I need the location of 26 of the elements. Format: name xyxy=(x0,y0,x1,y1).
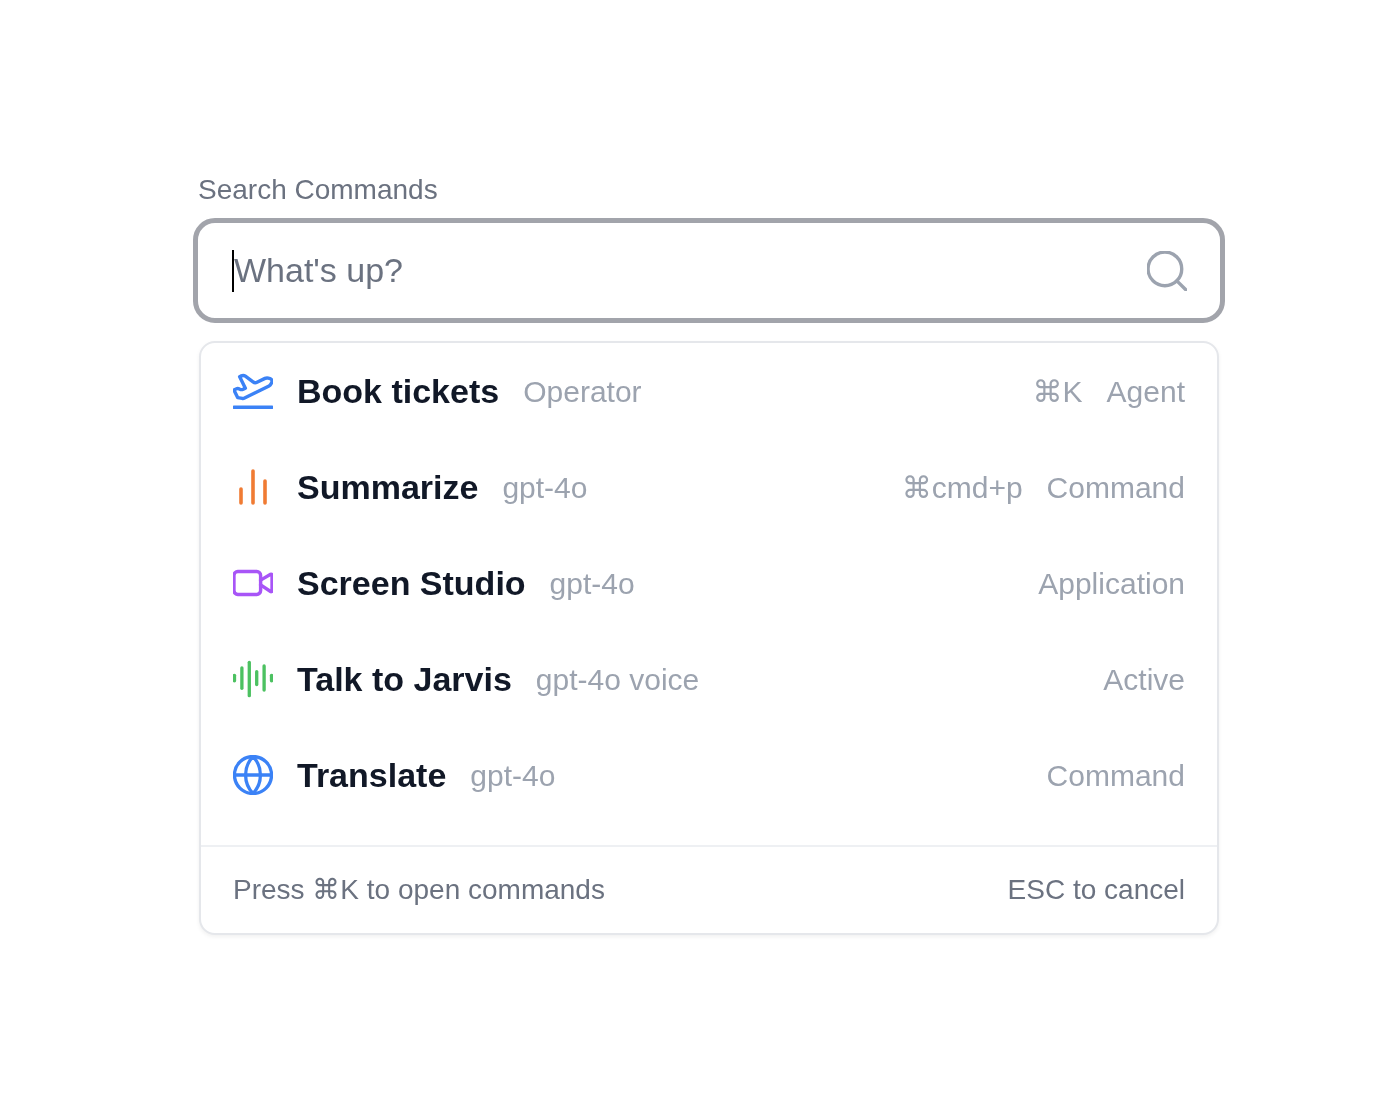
command-model: Operator xyxy=(523,373,642,410)
text-cursor-icon xyxy=(232,250,234,292)
command-model: gpt-4o xyxy=(502,469,588,506)
search-label: Search Commands xyxy=(198,173,438,207)
footer-hint: Press ⌘K to open commands xyxy=(233,873,605,907)
command-model: gpt-4o xyxy=(470,757,556,794)
command-type: Agent xyxy=(1106,373,1185,410)
shortcut-hint: ⌘cmd+p xyxy=(901,469,1023,506)
command-title[interactable]: Summarize xyxy=(297,461,479,513)
command-type: Command xyxy=(1046,757,1185,794)
sound-wave-icon xyxy=(233,659,273,699)
command-model: gpt-4o xyxy=(549,565,635,602)
airplane-icon xyxy=(233,371,273,411)
search-icon[interactable] xyxy=(1147,251,1187,291)
command-type: Command xyxy=(1046,469,1185,506)
command-title[interactable]: Translate xyxy=(297,749,447,801)
command-type: Active xyxy=(1103,661,1185,698)
command-type: Application xyxy=(1038,565,1185,602)
command-model: gpt-4o voice xyxy=(535,661,700,698)
command-title[interactable]: Screen Studio xyxy=(297,557,526,609)
globe-icon xyxy=(233,755,273,795)
command-title[interactable]: Book tickets xyxy=(297,365,500,417)
command-title[interactable]: Talk to Jarvis xyxy=(297,653,512,705)
search-field[interactable]: What's up? xyxy=(193,218,1225,323)
shortcut-hint: ⌘K xyxy=(1032,373,1083,410)
footer-cancel-hint: ESC to cancel xyxy=(1007,873,1185,907)
